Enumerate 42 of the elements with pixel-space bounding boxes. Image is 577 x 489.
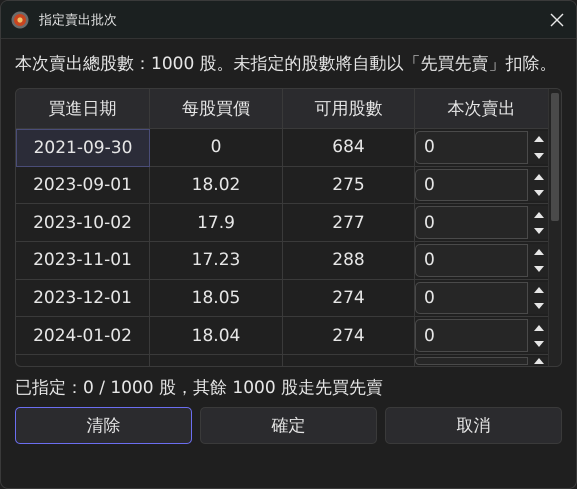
up-arrow-icon[interactable] <box>532 210 544 219</box>
table-cell: 0 <box>150 129 283 167</box>
message-text: 本次賣出總股數：1000 股。未指定的股數將自動以「先買先賣」扣除。 <box>15 53 558 76</box>
down-arrow-icon[interactable] <box>532 189 544 198</box>
window-title: 指定賣出批次 <box>39 12 118 28</box>
down-arrow-icon[interactable] <box>532 152 544 160</box>
up-arrow-icon[interactable] <box>532 324 544 332</box>
scrollbar-thumb[interactable] <box>551 93 559 221</box>
table-cell[interactable]: 2021-09-30 <box>16 129 150 167</box>
down-arrow-icon[interactable] <box>532 226 544 235</box>
close-icon[interactable] <box>550 12 564 26</box>
spin-box[interactable]: 0 <box>415 282 528 314</box>
dialog-button[interactable]: 確定 <box>200 407 377 444</box>
down-arrow-icon[interactable] <box>532 340 544 348</box>
table-cell[interactable]: 2023-09-01 <box>16 166 150 204</box>
table-cell: 18.05 <box>150 280 283 318</box>
table-cell[interactable]: 2023-11-01 <box>16 242 150 280</box>
up-arrow-icon[interactable] <box>532 248 544 256</box>
table-cell: 18.02 <box>150 166 283 204</box>
app-logo-icon <box>11 10 29 28</box>
down-arrow-icon[interactable] <box>532 302 544 310</box>
table-cell[interactable]: 2023-10-02 <box>16 204 150 242</box>
spin-box[interactable]: 0 <box>415 168 528 202</box>
status-text: 已指定：0 / 1000 股，其餘 1000 股走先買先賣 <box>15 377 384 399</box>
dialog-button[interactable]: 取消 <box>385 407 562 444</box>
down-arrow-icon[interactable] <box>532 264 544 273</box>
table-cell[interactable]: 2024-01-02 <box>16 317 150 356</box>
table-cell: 18.04 <box>150 317 283 356</box>
spin-box[interactable]: 0 <box>415 319 528 352</box>
dialog-button[interactable]: 清除 <box>15 407 192 444</box>
up-arrow-icon[interactable] <box>532 286 544 294</box>
table-cell: 17.9 <box>150 204 283 242</box>
spin-box[interactable]: 0 <box>415 131 528 164</box>
spin-box[interactable]: 0 <box>415 206 528 240</box>
table-cell: 17.23 <box>150 242 283 280</box>
up-arrow-icon[interactable] <box>532 135 544 144</box>
table-cell[interactable]: 2023-12-01 <box>16 280 150 318</box>
up-arrow-icon[interactable] <box>532 357 544 366</box>
column-header[interactable]: 可用股數 <box>283 89 415 129</box>
column-header[interactable]: 每股買價 <box>150 89 283 129</box>
up-arrow-icon[interactable] <box>532 172 544 181</box>
spin-box[interactable]: 0 <box>415 244 528 277</box>
